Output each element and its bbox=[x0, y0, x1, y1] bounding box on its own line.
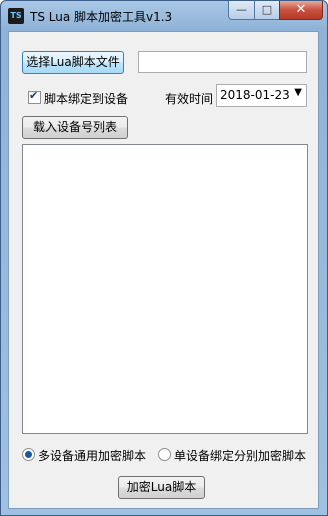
radio-single-device[interactable] bbox=[158, 448, 171, 461]
close-icon: ✕ bbox=[295, 2, 307, 17]
minimize-button[interactable]: — bbox=[228, 1, 255, 20]
title-bar[interactable]: TS TS Lua 脚本加密工具v1.3 — □ ✕ bbox=[1, 1, 327, 31]
app-window: TS TS Lua 脚本加密工具v1.3 — □ ✕ 选择Lua脚本文件 ✔ 脚… bbox=[0, 0, 328, 516]
maximize-button[interactable]: □ bbox=[254, 1, 280, 20]
encrypt-lua-button[interactable]: 加密Lua脚本 bbox=[118, 476, 205, 499]
bind-device-checkbox[interactable]: ✔ bbox=[28, 89, 41, 104]
device-list[interactable] bbox=[22, 144, 308, 434]
radio-selected-dot bbox=[25, 451, 32, 458]
radio-multi-device[interactable] bbox=[22, 448, 35, 461]
checkmark-icon: ✔ bbox=[29, 89, 39, 102]
expiry-label: 有效时间 bbox=[165, 92, 214, 106]
maximize-icon: □ bbox=[261, 3, 273, 16]
radio-multi-device-label: 多设备通用加密脚本 bbox=[38, 449, 147, 463]
minimize-icon: — bbox=[236, 3, 247, 16]
dialog-body: 选择Lua脚本文件 ✔ 脚本绑定到设备 有效时间 2018-01-23 ▼ 载入… bbox=[8, 31, 319, 509]
app-icon: TS bbox=[8, 8, 24, 24]
file-path-field[interactable] bbox=[138, 51, 307, 73]
expiry-date-picker[interactable]: 2018-01-23 ▼ bbox=[216, 84, 307, 107]
expiry-date-value: 2018-01-23 bbox=[220, 88, 290, 102]
load-device-list-button[interactable]: 载入设备号列表 bbox=[22, 116, 128, 139]
window-title: TS Lua 脚本加密工具v1.3 bbox=[30, 10, 173, 24]
radio-single-device-label: 单设备绑定分别加密脚本 bbox=[174, 449, 307, 463]
bind-device-label: 脚本绑定到设备 bbox=[44, 92, 129, 106]
select-lua-file-button[interactable]: 选择Lua脚本文件 bbox=[22, 51, 124, 74]
close-button[interactable]: ✕ bbox=[279, 1, 323, 20]
dropdown-arrow-icon: ▼ bbox=[294, 87, 302, 98]
